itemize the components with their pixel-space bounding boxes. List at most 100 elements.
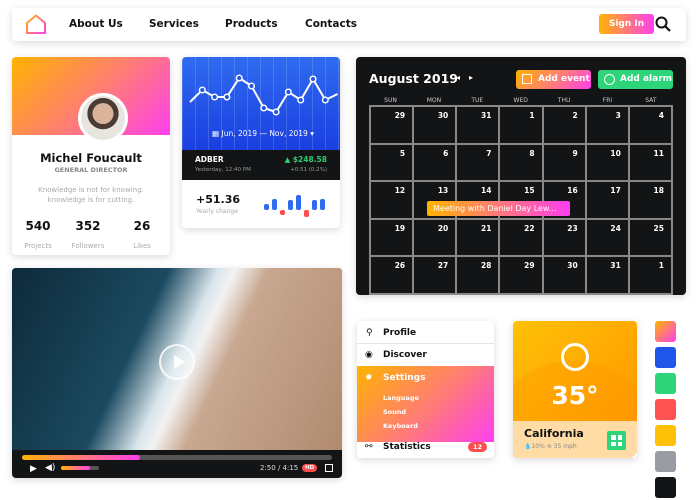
stat-likes: 26 Likes: [133, 219, 151, 250]
calendar-day[interactable]: 18: [628, 181, 672, 219]
line-point: [297, 96, 305, 104]
profile-name: Michel Foucault: [40, 151, 142, 165]
calendar-day[interactable]: 28: [456, 256, 500, 294]
calendar-day[interactable]: 30: [542, 256, 586, 294]
volume-icon[interactable]: ◀): [45, 463, 55, 473]
calendar-day[interactable]: 9: [542, 143, 586, 182]
calendar-day[interactable]: 8: [499, 143, 543, 182]
grid-icon[interactable]: [607, 431, 626, 450]
calendar-day[interactable]: 1: [499, 106, 543, 144]
color-swatch[interactable]: [655, 321, 676, 342]
temperature: 35°: [551, 381, 599, 410]
calendar-day[interactable]: 23: [542, 218, 586, 257]
calendar-day[interactable]: 10: [585, 143, 629, 182]
play-overlay-button[interactable]: [159, 344, 195, 380]
calendar-day[interactable]: 6: [413, 143, 457, 182]
nav-products[interactable]: Products: [225, 18, 278, 30]
calendar-day[interactable]: 24: [585, 218, 629, 257]
calendar-day[interactable]: 31: [456, 106, 500, 144]
line-chart: [189, 74, 339, 116]
avatar: [78, 93, 128, 143]
calendar-day[interactable]: 17: [585, 181, 629, 219]
calendar-grid: 29 30 31 1 2 3 4 5 6 7 8 9 10 11 12 13 14 15 16 17 18 19 20 21 2…: [369, 105, 673, 295]
calendar-day[interactable]: 1: [628, 256, 672, 294]
calendar-day[interactable]: 30: [413, 106, 457, 144]
video-time: 2:50 / 4:15: [260, 464, 299, 472]
calendar-day[interactable]: 7: [456, 143, 500, 182]
profile-card: Michel Foucault GENERAL DIRECTOR Knowled…: [12, 57, 170, 255]
home-logo[interactable]: [25, 14, 47, 34]
sign-in-button[interactable]: Sign In: [599, 14, 654, 34]
calendar-day[interactable]: 11: [628, 143, 672, 182]
statistics-icon: ⚯: [365, 442, 373, 452]
nav-contacts[interactable]: Contacts: [305, 18, 357, 30]
line-point: [321, 96, 329, 104]
search-icon[interactable]: [655, 16, 671, 32]
change-bar: [320, 199, 325, 210]
calendar-day[interactable]: 27: [413, 256, 457, 294]
color-swatch[interactable]: [655, 347, 676, 368]
submenu-language[interactable]: Language: [357, 394, 494, 402]
calendar-day[interactable]: 31: [585, 256, 629, 294]
menu-item-profile[interactable]: ⚲ Profile: [357, 328, 494, 338]
ticker-time: Yesterday, 12:40 PM: [195, 167, 251, 173]
calendar-day[interactable]: 19: [370, 218, 414, 257]
next-month-icon[interactable]: ▸: [469, 73, 473, 82]
weekday-label: SUN: [384, 97, 397, 104]
menu-item-discover[interactable]: ◉ Discover: [357, 350, 494, 360]
nav-about[interactable]: About Us: [69, 18, 123, 30]
add-alarm-button[interactable]: Add alarm: [598, 70, 673, 89]
calendar-event[interactable]: Meeting with Daniel Day Lew...: [427, 201, 570, 216]
seek-bar[interactable]: [22, 455, 332, 460]
profile-quote: Knowledge is not for knowing: knowledge …: [38, 186, 144, 204]
line-point: [223, 93, 231, 101]
menu-item-settings[interactable]: ✹ Settings: [357, 373, 494, 383]
calendar-day[interactable]: 29: [370, 106, 414, 144]
line-point: [235, 74, 243, 82]
line-point: [247, 82, 256, 90]
play-icon[interactable]: ▶: [30, 464, 37, 474]
weekday-label: WED: [513, 97, 528, 104]
line-point: [284, 88, 292, 96]
submenu-sound[interactable]: Sound: [357, 408, 494, 416]
calendar-day[interactable]: 4: [628, 106, 672, 144]
calendar-day[interactable]: 2: [542, 106, 586, 144]
color-swatch[interactable]: [655, 373, 676, 394]
volume-slider[interactable]: [61, 466, 99, 470]
calendar-day[interactable]: 22: [499, 218, 543, 257]
submenu-keyboard[interactable]: Keyboard: [357, 422, 494, 430]
change-bar: [296, 195, 301, 210]
calendar-day[interactable]: 3: [585, 106, 629, 144]
user-icon: ⚲: [366, 328, 373, 338]
weekday-label: MON: [426, 97, 442, 104]
add-event-button[interactable]: Add event: [516, 70, 591, 89]
price: ▲ $248.58: [284, 155, 327, 164]
change-bar: [272, 199, 277, 210]
calendar-day[interactable]: 26: [370, 256, 414, 294]
hd-badge[interactable]: HD: [302, 464, 318, 472]
stat-followers: 352 Followers: [71, 219, 105, 250]
calendar-day[interactable]: 25: [628, 218, 672, 257]
date-range-dropdown[interactable]: ▦ Jun, 2019 — Nov, 2019 ▾: [212, 129, 314, 138]
calendar-day[interactable]: 12: [370, 181, 414, 219]
color-swatch[interactable]: [655, 425, 676, 446]
weekday-label: THU: [557, 97, 571, 104]
fullscreen-icon[interactable]: [325, 464, 333, 472]
weekday-label: TUE: [471, 97, 484, 104]
calendar-day[interactable]: 20: [413, 218, 457, 257]
calendar-day[interactable]: 29: [499, 256, 543, 294]
calendar-day[interactable]: 21: [456, 218, 500, 257]
color-swatch[interactable]: [655, 477, 676, 498]
calendar-title: August 2019: [369, 71, 458, 86]
line-point: [260, 104, 268, 112]
prev-month-icon[interactable]: ◂: [456, 73, 460, 82]
yearly-change: +51.36: [196, 193, 241, 206]
navbar: About Us Services Products Contacts Sign…: [12, 8, 686, 41]
change-bar: [264, 204, 269, 210]
change-bar: [280, 210, 285, 215]
color-swatch[interactable]: [655, 451, 676, 472]
nav-services[interactable]: Services: [149, 18, 199, 30]
color-swatch[interactable]: [655, 399, 676, 420]
line-point: [272, 108, 280, 116]
calendar-day[interactable]: 5: [370, 143, 414, 182]
